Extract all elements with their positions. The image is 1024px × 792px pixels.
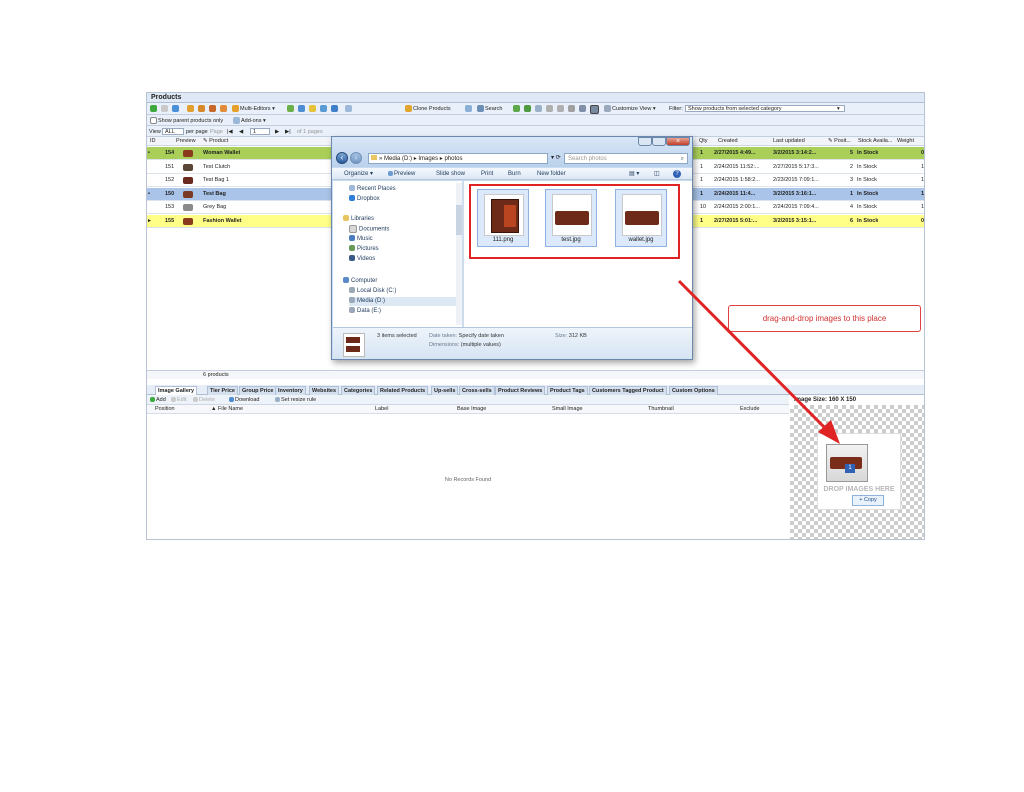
drag-arrow xyxy=(677,279,840,444)
